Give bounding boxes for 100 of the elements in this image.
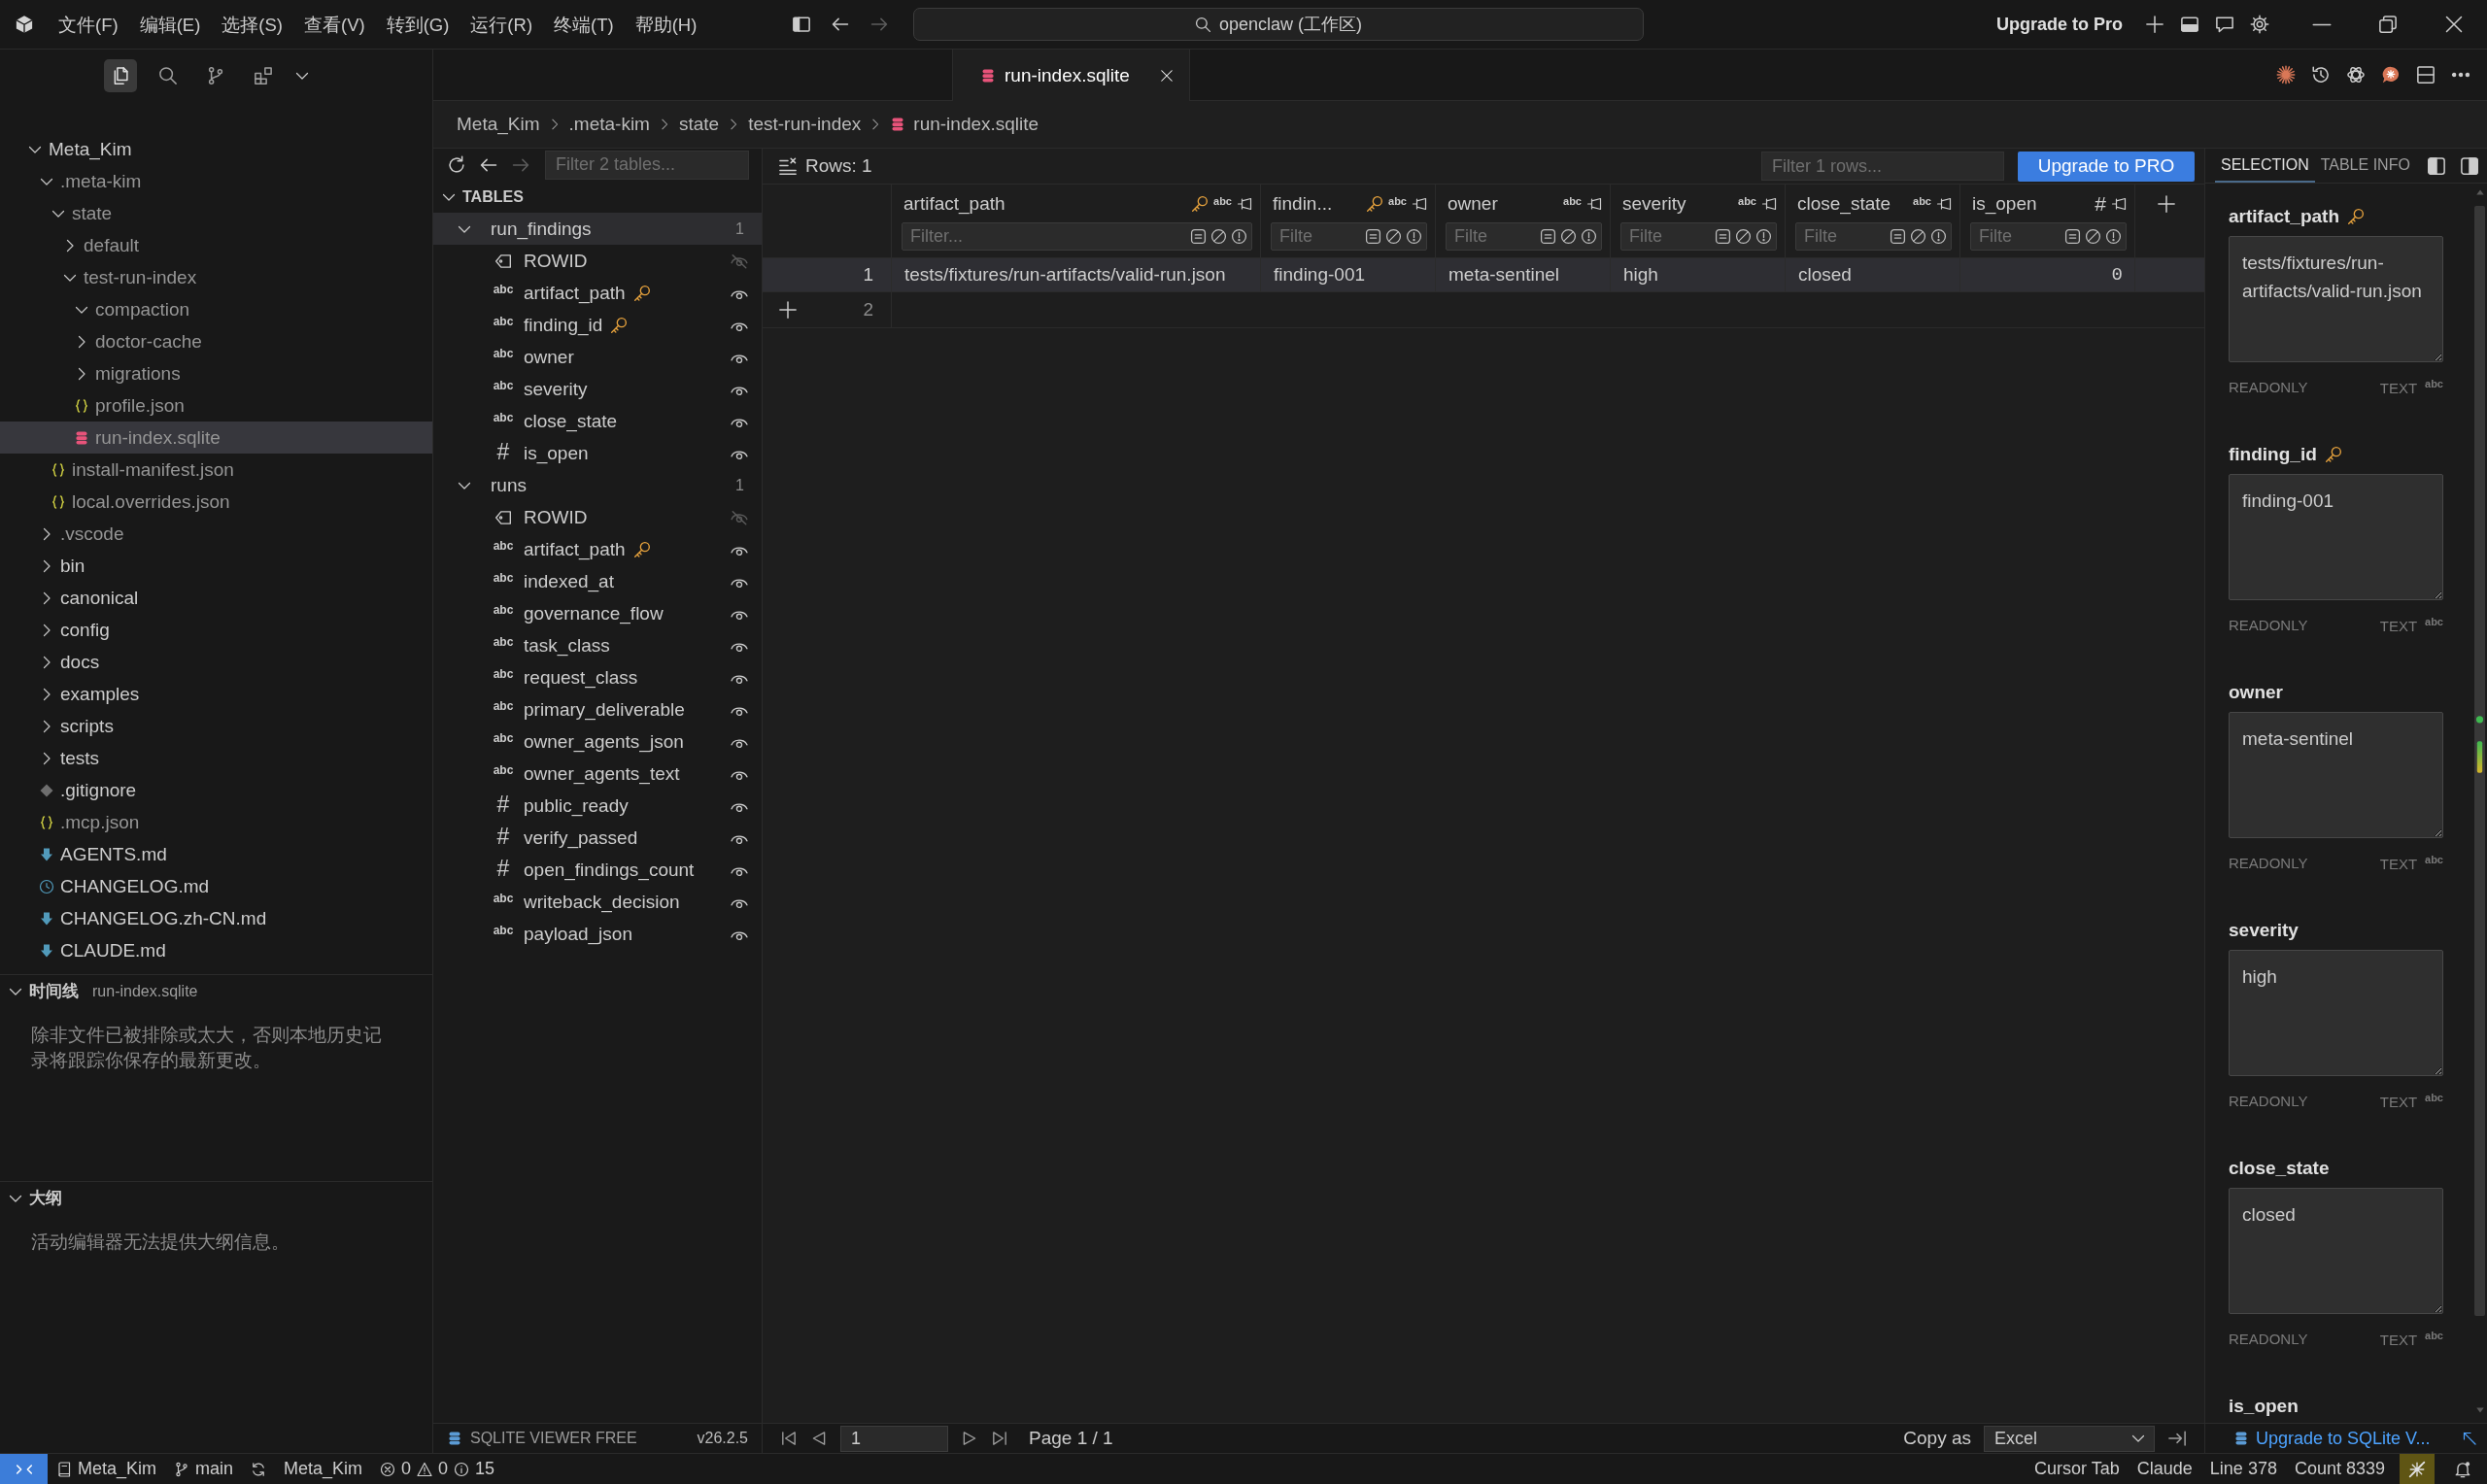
filter-field[interactable]: Filte: [1446, 222, 1602, 251]
tree-item[interactable]: AGENTS.md: [0, 838, 432, 870]
exclamation-circle-icon[interactable]: [1406, 228, 1422, 245]
tree-item[interactable]: run-index.sqlite: [0, 422, 432, 454]
menu-item[interactable]: 选择(S): [211, 8, 293, 41]
slash-circle-icon[interactable]: [1560, 228, 1577, 245]
atom-icon[interactable]: [2346, 65, 2366, 84]
tree-item[interactable]: local.overrides.json: [0, 486, 432, 518]
tree-item[interactable]: tests: [0, 742, 432, 774]
menu-item[interactable]: 文件(F): [48, 8, 129, 41]
column-item[interactable]: abc close_state: [433, 405, 762, 437]
breadcrumb-item[interactable]: test-run-index: [748, 114, 862, 135]
status-item[interactable]: Cursor Tab: [2026, 1454, 2129, 1484]
column-item[interactable]: abc artifact_path: [433, 277, 762, 309]
breadcrumb-item[interactable]: state: [678, 114, 720, 135]
filter-input[interactable]: Filte: [1804, 226, 1886, 247]
minimize-icon[interactable]: [2312, 21, 2332, 27]
pin-icon[interactable]: [1412, 196, 1427, 212]
tree-item[interactable]: migrations: [0, 357, 432, 389]
breadcrumb-item[interactable]: .meta-kim: [568, 114, 650, 135]
search-field[interactable]: openclaw (工作区): [913, 8, 1644, 41]
equals-box-icon[interactable]: [1890, 228, 1906, 245]
refresh-icon[interactable]: [447, 154, 466, 175]
bell-icon[interactable]: [2454, 1460, 2471, 1478]
pin-icon[interactable]: [1586, 196, 1602, 212]
panel-tab[interactable]: SELECTION: [2215, 149, 2315, 183]
left-panel-icon[interactable]: [2427, 155, 2446, 176]
column-item[interactable]: # public_ready: [433, 790, 762, 822]
section-title[interactable]: TABLES: [462, 187, 524, 206]
status-item[interactable]: Meta_Kim: [275, 1454, 372, 1484]
tree-item[interactable]: .mcp.json: [0, 806, 432, 838]
tree-item[interactable]: docs: [0, 646, 432, 678]
panel-icon[interactable]: [2180, 15, 2199, 34]
filter-field[interactable]: Filte: [1271, 222, 1427, 251]
first-page-icon[interactable]: [780, 1430, 798, 1447]
arrow-up-left-icon[interactable]: [2462, 1431, 2477, 1446]
column-item[interactable]: abc writeback_decision: [433, 886, 762, 918]
value-field[interactable]: high: [2229, 950, 2443, 1076]
column-header[interactable]: artifact_path abc Filter...: [892, 185, 1261, 257]
extensions-icon[interactable]: [254, 65, 273, 85]
column-item[interactable]: abc owner_agents_json: [433, 725, 762, 758]
exclamation-circle-icon[interactable]: [1581, 228, 1597, 245]
plus-icon[interactable]: [778, 300, 798, 320]
tree-item[interactable]: .gitignore: [0, 774, 432, 806]
sparkle-icon[interactable]: [2276, 65, 2296, 84]
tree-item[interactable]: examples: [0, 678, 432, 710]
sync-icon[interactable]: [251, 1461, 267, 1477]
column-item[interactable]: abc owner: [433, 341, 762, 373]
history-icon[interactable]: [2311, 65, 2331, 84]
slash-circle-icon[interactable]: [1735, 228, 1752, 245]
previous-page-icon[interactable]: [810, 1430, 828, 1447]
value-field[interactable]: tests/fixtures/run-artifacts/valid-run.json: [2229, 236, 2443, 362]
column-item[interactable]: abc artifact_path: [433, 533, 762, 565]
tree-item[interactable]: CLAUDE.md: [0, 934, 432, 966]
column-header[interactable]: is_open # Filte: [1960, 185, 2135, 257]
column-item[interactable]: ROWID: [433, 245, 762, 277]
column-item[interactable]: abc primary_deliverable: [433, 693, 762, 725]
exclamation-circle-icon[interactable]: [1231, 228, 1247, 245]
tree-item[interactable]: doctor-cache: [0, 325, 432, 357]
section-title[interactable]: 时间线: [29, 980, 79, 1002]
status-item[interactable]: Claude: [2128, 1454, 2201, 1484]
slash-circle-icon[interactable]: [1385, 228, 1402, 245]
slash-circle-icon[interactable]: [1210, 228, 1227, 245]
menu-item[interactable]: 运行(R): [460, 8, 544, 41]
column-header[interactable]: findin... abc Filte: [1261, 185, 1436, 257]
remote-icon[interactable]: [0, 1454, 48, 1484]
value-field[interactable]: meta-sentinel: [2229, 712, 2443, 838]
equals-box-icon[interactable]: [1715, 228, 1731, 245]
tree-item[interactable]: CHANGELOG.zh-CN.md: [0, 902, 432, 934]
equals-box-icon[interactable]: [1365, 228, 1381, 245]
column-item[interactable]: abc indexed_at: [433, 565, 762, 597]
column-item[interactable]: abc severity: [433, 373, 762, 405]
equals-box-icon[interactable]: [2064, 228, 2081, 245]
section-title[interactable]: 大纲: [29, 1187, 62, 1209]
upgrade-button[interactable]: Upgrade to PRO: [2018, 151, 2195, 182]
right-panel-icon[interactable]: [2460, 155, 2479, 176]
exclamation-circle-icon[interactable]: [2105, 228, 2122, 245]
split-layout-icon[interactable]: [2416, 65, 2436, 84]
chat-bubble-icon[interactable]: [2381, 65, 2401, 84]
filter-input[interactable]: Filte: [1454, 226, 1536, 247]
slash-circle-icon[interactable]: [1910, 228, 1926, 245]
filter-field[interactable]: Filte: [1795, 222, 1952, 251]
problems-button[interactable]: 0 0 15: [371, 1454, 504, 1484]
last-page-icon[interactable]: [991, 1430, 1008, 1447]
tree-item[interactable]: .vscode: [0, 518, 432, 550]
column-item[interactable]: # is_open: [433, 437, 762, 469]
sidebar-toggle-icon[interactable]: [792, 15, 811, 34]
filter-field[interactable]: Filter...: [902, 222, 1252, 251]
panel-tab[interactable]: TABLE INFO: [2314, 149, 2416, 183]
tree-item[interactable]: compaction: [0, 293, 432, 325]
crossed-sparkle-icon[interactable]: [2400, 1454, 2435, 1484]
column-item[interactable]: # verify_passed: [433, 822, 762, 854]
next-page-icon[interactable]: [961, 1430, 978, 1447]
pin-icon[interactable]: [1761, 196, 1777, 212]
plus-icon[interactable]: [2145, 15, 2164, 34]
filter-input[interactable]: Filter...: [910, 226, 1186, 247]
tree-item[interactable]: CHANGELOG.md: [0, 870, 432, 902]
upgrade-button[interactable]: Upgrade to Pro: [1996, 14, 2123, 35]
restore-icon[interactable]: [2378, 15, 2398, 34]
format-select[interactable]: Excel: [1984, 1425, 2155, 1452]
